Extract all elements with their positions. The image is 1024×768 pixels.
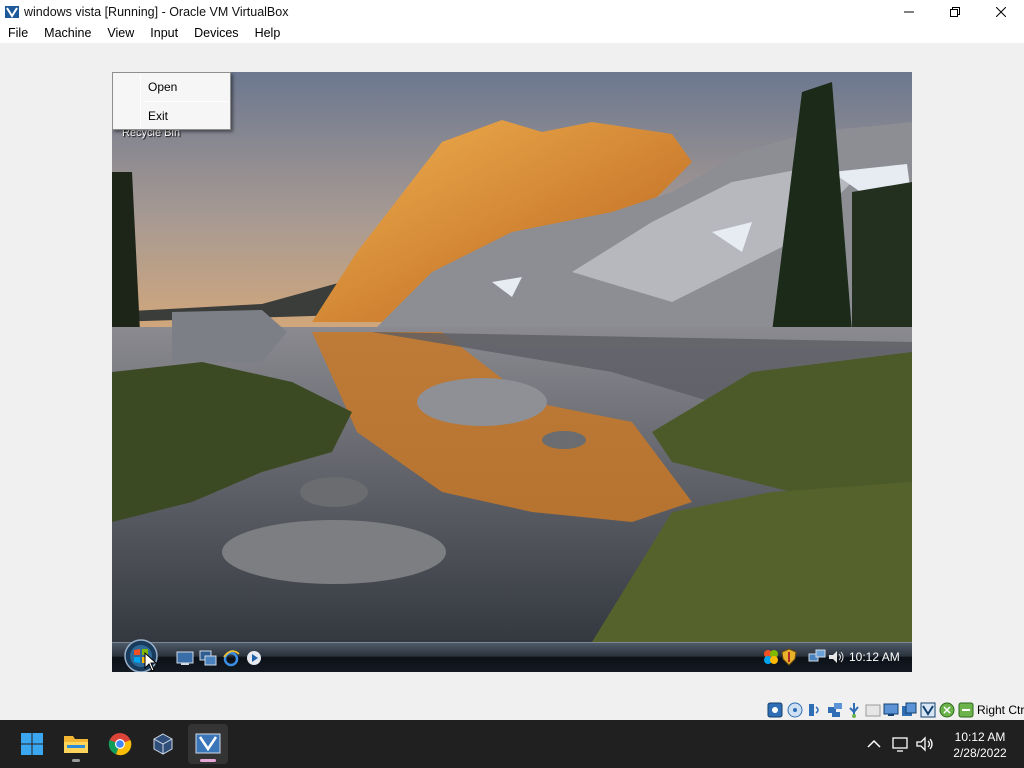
audio-icon[interactable]: [807, 702, 823, 718]
taskbar-chrome[interactable]: [100, 724, 140, 764]
network-sync-icon[interactable]: [762, 648, 780, 666]
virtualbox-manager-icon: [153, 733, 173, 755]
context-menu-open[interactable]: Open: [114, 75, 229, 99]
menu-input[interactable]: Input: [142, 23, 186, 43]
security-shield-icon[interactable]: [780, 648, 798, 666]
virtualization-icon[interactable]: [920, 702, 936, 718]
window-title-bar[interactable]: windows vista [Running] - Oracle VM Virt…: [0, 0, 1024, 23]
host-start-button[interactable]: [12, 724, 52, 764]
optical-drive-icon[interactable]: [787, 702, 803, 718]
host-clock[interactable]: 10:12 AM 2/28/2022: [940, 729, 1020, 761]
host-date: 2/28/2022: [953, 746, 1007, 760]
show-desktop-icon[interactable]: [176, 649, 194, 667]
vista-vm-icon: [195, 733, 221, 754]
menu-machine[interactable]: Machine: [36, 23, 99, 43]
network-monitor-icon[interactable]: [891, 734, 911, 754]
minimize-icon: [904, 11, 914, 12]
hard-disk-icon[interactable]: [767, 702, 783, 718]
close-icon: [996, 6, 1006, 17]
taskbar-vista-vm[interactable]: [188, 724, 228, 764]
chevron-up-icon[interactable]: [864, 734, 884, 754]
taskbar-file-explorer[interactable]: [56, 724, 96, 764]
guest-display[interactable]: Recycle Bin Open Exit 10:12 AM: [112, 72, 912, 672]
internet-explorer-icon[interactable]: [222, 649, 240, 667]
guest-clock[interactable]: 10:12 AM: [849, 650, 900, 664]
menu-help[interactable]: Help: [247, 23, 289, 43]
media-player-icon[interactable]: [245, 649, 263, 667]
window-title: windows vista [Running] - Oracle VM Virt…: [24, 4, 289, 19]
tray-context-menu: Open Exit: [112, 72, 231, 130]
mouse-pointer-icon: [144, 652, 158, 672]
taskbar-virtualbox-manager[interactable]: [143, 724, 183, 764]
menu-file[interactable]: File: [0, 23, 36, 43]
file-explorer-icon: [64, 736, 88, 753]
display-icon[interactable]: [883, 702, 899, 718]
running-indicator: [72, 759, 80, 762]
shared-folders-icon[interactable]: [865, 702, 881, 718]
active-indicator: [200, 759, 216, 762]
network-icon[interactable]: [808, 648, 826, 666]
restore-button[interactable]: [932, 0, 978, 23]
windows-start-icon: [21, 733, 43, 755]
close-button[interactable]: [978, 0, 1024, 23]
chrome-icon: [108, 733, 132, 756]
menu-bar: File Machine View Input Devices Help: [0, 23, 1024, 43]
context-menu-exit[interactable]: Exit: [114, 104, 229, 128]
volume-icon[interactable]: [827, 648, 845, 666]
menu-separator: [143, 101, 228, 102]
vista-wallpaper: [112, 72, 912, 672]
keyboard-icon[interactable]: [958, 702, 974, 718]
restore-icon: [950, 6, 960, 17]
virtualbox-app-icon: [5, 5, 19, 18]
network-adapter-icon[interactable]: [827, 702, 843, 718]
usb-icon[interactable]: [846, 702, 862, 718]
minimize-button[interactable]: [886, 0, 932, 23]
switch-windows-icon[interactable]: [199, 649, 217, 667]
video-capture-icon[interactable]: [901, 702, 917, 718]
window-controls: [886, 0, 1024, 23]
mouse-integration-icon[interactable]: [939, 702, 955, 718]
menu-view[interactable]: View: [99, 23, 142, 43]
host-key-label[interactable]: Right Ctrl: [977, 703, 1024, 717]
host-time: 10:12 AM: [954, 730, 1006, 744]
speaker-icon[interactable]: [915, 734, 935, 754]
menu-devices[interactable]: Devices: [186, 23, 246, 43]
